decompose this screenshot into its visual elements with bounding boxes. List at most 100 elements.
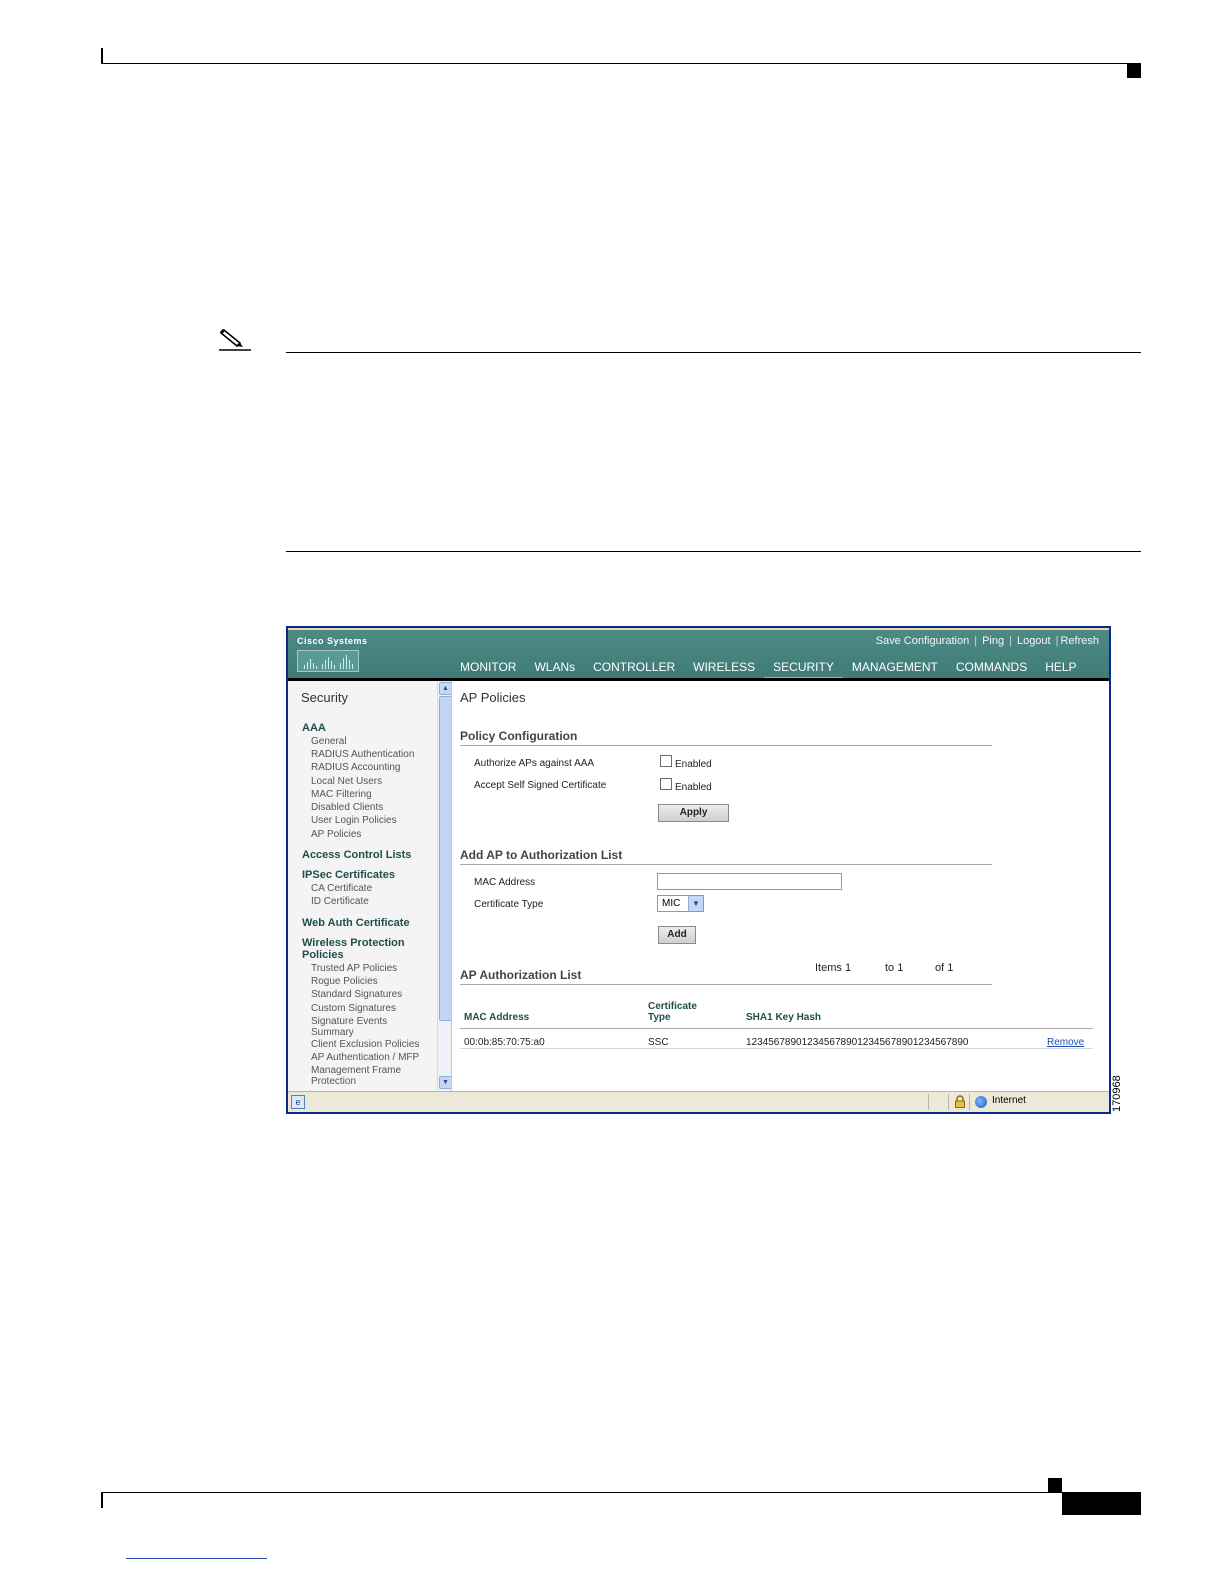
- sidebar-item-mac-filtering[interactable]: MAC Filtering: [311, 789, 372, 800]
- sidebar-title: Security: [301, 690, 348, 705]
- add-ap-heading: Add AP to Authorization List: [460, 848, 623, 862]
- nav-help[interactable]: HELP: [1036, 658, 1085, 680]
- row-sha1-key-hash: 1234567890123456789012345678901234567890: [746, 1037, 969, 1048]
- sidebar-scrollbar[interactable]: ▲ ▼: [437, 681, 451, 1091]
- save-configuration-link[interactable]: Save Configuration: [876, 635, 970, 647]
- authorize-aps-checkbox[interactable]: [660, 755, 672, 767]
- logout-link[interactable]: Logout: [1017, 635, 1051, 647]
- page-title: AP Policies: [460, 690, 526, 705]
- pager-items: Items 1: [815, 962, 852, 974]
- nav-wireless[interactable]: WIRELESS: [684, 658, 764, 680]
- row-certificate-type: SSC: [648, 1037, 669, 1048]
- status-separator: [948, 1094, 949, 1110]
- status-separator: [928, 1094, 929, 1110]
- sidebar-item-general[interactable]: General: [311, 736, 347, 747]
- self-signed-cert-label: Accept Self Signed Certificate: [474, 780, 607, 791]
- sidebar-item-ca-certificate[interactable]: CA Certificate: [311, 883, 372, 894]
- figure-id: 170968: [1111, 1075, 1123, 1112]
- nav-commands[interactable]: COMMANDS: [947, 658, 1036, 680]
- scroll-up-icon[interactable]: ▲: [439, 682, 451, 695]
- cisco-logo: Cisco Systems: [297, 636, 367, 672]
- sidebar-item-management-frame-protection[interactable]: Management Frame Protection: [311, 1065, 421, 1087]
- wlc-browser-screenshot: Cisco Systems Save Configuration | Ping | Lo…: [286, 626, 1111, 1114]
- sidebar-item-radius-authentication[interactable]: RADIUS Authentication: [311, 749, 414, 760]
- sidebar-item-standard-signatures[interactable]: Standard Signatures: [311, 989, 402, 1000]
- sidebar-item-custom-signatures[interactable]: Custom Signatures: [311, 1003, 396, 1014]
- table-header-divider: [460, 1028, 1093, 1029]
- apply-button[interactable]: Apply: [658, 804, 729, 822]
- page-header-tick: [101, 48, 103, 64]
- row-mac-address: 00:0b:85:70:75:a0: [464, 1037, 545, 1048]
- scroll-thumb[interactable]: [439, 696, 451, 1021]
- sidebar-group-wireless-protection-policies[interactable]: Wireless Protection Policies: [302, 937, 427, 961]
- status-separator: [969, 1094, 970, 1110]
- sidebar-group-aaa[interactable]: AAA: [302, 722, 326, 734]
- sidebar-item-disabled-clients[interactable]: Disabled Clients: [311, 802, 383, 813]
- sidebar-item-user-login-policies[interactable]: User Login Policies: [311, 815, 397, 826]
- security-zone-label: Internet: [992, 1095, 1026, 1106]
- sidebar-item-signature-events-summary[interactable]: Signature Events Summary: [311, 1016, 406, 1038]
- nav-controller[interactable]: CONTROLLER: [584, 658, 684, 680]
- ping-link[interactable]: Ping: [982, 635, 1004, 647]
- page-done-icon: e: [291, 1095, 305, 1109]
- certificate-type-label: Certificate Type: [474, 899, 544, 910]
- separator: |: [1055, 635, 1059, 647]
- sidebar-item-id-certificate[interactable]: ID Certificate: [311, 896, 369, 907]
- sidebar-item-rogue-policies[interactable]: Rogue Policies: [311, 976, 378, 987]
- separator: |: [1009, 635, 1012, 647]
- pager-to: to 1: [885, 962, 904, 974]
- column-certificate-type: Certificate Type: [648, 1001, 697, 1023]
- nav-wlans[interactable]: WLANs: [525, 658, 584, 680]
- nav-security[interactable]: SECURITY: [764, 658, 843, 680]
- internet-zone-icon: [975, 1096, 987, 1108]
- scroll-down-icon[interactable]: ▼: [439, 1076, 451, 1089]
- note-top-rule: [286, 352, 1141, 353]
- remove-link[interactable]: Remove: [1047, 1037, 1084, 1048]
- sidebar-item-ap-authentication-mfp[interactable]: AP Authentication / MFP: [311, 1052, 419, 1063]
- footer-link-underline: [126, 1558, 267, 1559]
- page-header-rule: [101, 63, 1141, 64]
- authorize-aps-label: Authorize APs against AAA: [474, 758, 595, 769]
- sidebar-item-ap-policies[interactable]: AP Policies: [311, 829, 361, 840]
- sidebar-group-ipsec-certificates[interactable]: IPSec Certificates: [302, 869, 395, 881]
- refresh-link[interactable]: Refresh: [1060, 635, 1099, 647]
- app-header: Cisco Systems Save Configuration | Ping | Lo…: [288, 628, 1109, 680]
- page-number-block: [1062, 1493, 1141, 1515]
- sidebar-group-web-auth-certificate[interactable]: Web Auth Certificate: [302, 917, 410, 929]
- section-divider: [460, 745, 992, 746]
- sidebar-group-access-control-lists[interactable]: Access Control Lists: [302, 849, 411, 861]
- authorize-aps-enabled-label: Enabled: [675, 759, 712, 770]
- page-header-marker: [1127, 64, 1141, 78]
- sidebar-item-trusted-ap-policies[interactable]: Trusted AP Policies: [311, 963, 397, 974]
- separator: |: [974, 635, 978, 647]
- nav-monitor[interactable]: MONITOR: [451, 658, 525, 680]
- browser-status-bar: e Internet: [288, 1091, 1109, 1112]
- page-footer-rule: [101, 1492, 1141, 1493]
- policy-configuration-heading: Policy Configuration: [460, 729, 578, 743]
- section-divider: [460, 984, 992, 985]
- self-signed-cert-checkbox[interactable]: [660, 778, 672, 790]
- ap-authorization-list-heading: AP Authorization List: [460, 968, 582, 982]
- self-signed-enabled-label: Enabled: [675, 782, 712, 793]
- pager-of: of 1: [935, 962, 954, 974]
- page-footer-tick: [101, 1492, 103, 1508]
- certificate-type-select[interactable]: MIC ▼: [657, 895, 704, 912]
- sidebar-item-local-net-users[interactable]: Local Net Users: [311, 776, 382, 787]
- sidebar: Security AAA General RADIUS Authenticati…: [288, 681, 452, 1091]
- mac-address-input[interactable]: [657, 873, 842, 890]
- note-bottom-rule: [286, 551, 1141, 552]
- mac-address-label: MAC Address: [474, 877, 536, 888]
- pencil-note-icon: [219, 328, 251, 351]
- section-divider: [460, 864, 992, 865]
- sidebar-item-radius-accounting[interactable]: RADIUS Accounting: [311, 762, 401, 773]
- chevron-down-icon[interactable]: ▼: [688, 896, 703, 911]
- logo-text: Cisco Systems: [297, 636, 368, 646]
- main-content: AP Policies Policy Configuration Authori…: [453, 681, 1109, 1091]
- main-nav: MONITOR WLANs CONTROLLER WIRELESS SECURI…: [451, 658, 1086, 680]
- table-row-divider: [460, 1048, 1093, 1049]
- nav-management[interactable]: MANAGEMENT: [843, 658, 947, 680]
- sidebar-item-client-exclusion-policies[interactable]: Client Exclusion Policies: [311, 1039, 419, 1050]
- lock-icon: [955, 1095, 965, 1108]
- column-sha1-key-hash: SHA1 Key Hash: [746, 1012, 822, 1023]
- add-button[interactable]: Add: [658, 926, 696, 944]
